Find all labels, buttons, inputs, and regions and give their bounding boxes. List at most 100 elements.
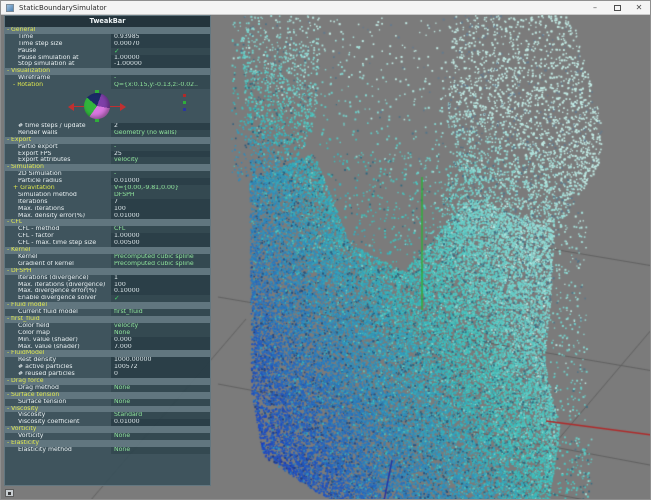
param-row-stop-simulation-at[interactable]: Stop simulation at -1.00000 bbox=[5, 61, 210, 69]
param-row-render-walls[interactable]: Render walls Geometry (no walls) bbox=[5, 129, 210, 137]
tweakbar-title[interactable]: TweakBar bbox=[5, 16, 210, 27]
param-value[interactable]: 0.10000 bbox=[111, 288, 210, 296]
param-row-time[interactable]: Time 0.93985 bbox=[5, 33, 210, 41]
tweakbar-collapse-icon[interactable] bbox=[5, 489, 14, 497]
param-value[interactable]: - bbox=[111, 75, 210, 83]
param-value[interactable]: None bbox=[111, 398, 210, 406]
param-value[interactable]: 25 bbox=[111, 150, 210, 158]
param-row-export-fps[interactable]: Export FPS 25 bbox=[5, 150, 210, 158]
param-value[interactable]: 2 bbox=[111, 123, 210, 130]
param-row-max-iterations-divergence-[interactable]: Max. iterations (divergence) 100 bbox=[5, 281, 210, 289]
param-row-surface-tension[interactable]: Surface tension None bbox=[5, 398, 210, 406]
param-row-max-density-error-[interactable]: Max. density error(%) 0.01000 bbox=[5, 212, 210, 220]
param-value[interactable]: 100 bbox=[111, 205, 210, 213]
param-value[interactable]: first_fluid bbox=[111, 309, 210, 316]
param-row-wireframe[interactable]: Wireframe - bbox=[5, 75, 210, 83]
tweakbar-panel[interactable]: TweakBar - General Time 0.93985 Time step si… bbox=[4, 15, 211, 486]
param-row-vorticity[interactable]: Vorticity None bbox=[5, 433, 210, 440]
param-value[interactable]: None bbox=[111, 446, 210, 454]
param-value[interactable]: ✓ bbox=[111, 295, 210, 303]
param-row-max-iterations[interactable]: Max. iterations 100 bbox=[5, 205, 210, 213]
param-row-particle-radius[interactable]: Particle radius 0.01000 bbox=[5, 178, 210, 186]
param-row-rest-density[interactable]: Rest density 1000.00000 bbox=[5, 357, 210, 365]
group-header-elasticity[interactable]: - Elasticity bbox=[5, 439, 210, 447]
param-value[interactable]: velocity bbox=[111, 322, 210, 330]
group-header-general[interactable]: - General bbox=[5, 26, 210, 34]
simulation-viewport[interactable]: TweakBar - General Time 0.93985 Time step si… bbox=[1, 15, 650, 499]
param-row-min-value-shader-[interactable]: Min. value (shader) 0.000 bbox=[5, 336, 210, 344]
group-header-drag-force[interactable]: - Drag force bbox=[5, 377, 210, 385]
param-value[interactable]: None bbox=[111, 329, 210, 337]
param-row-iterations-divergence-[interactable]: Iterations (divergence) 1 bbox=[5, 274, 210, 282]
param-value[interactable]: Precomputed cubic spline bbox=[111, 260, 210, 268]
param-value[interactable]: 0.00070 bbox=[111, 40, 210, 48]
param-value[interactable]: 100 bbox=[111, 281, 210, 289]
param-value[interactable]: Geometry (no walls) bbox=[111, 129, 210, 137]
param-value[interactable]: 0 bbox=[111, 371, 210, 378]
param-value[interactable]: 100572 bbox=[111, 364, 210, 372]
param-value[interactable]: 0.00500 bbox=[111, 240, 210, 248]
param-value[interactable]: 1.00000 bbox=[111, 54, 210, 62]
param-row-kernel[interactable]: Kernel Precomputed cubic spline bbox=[5, 253, 210, 261]
param-value[interactable]: 7.000 bbox=[111, 343, 210, 351]
param-value[interactable]: 7 bbox=[111, 198, 210, 206]
param-row-drag-method[interactable]: Drag method None bbox=[5, 384, 210, 392]
param-value[interactable]: None bbox=[111, 384, 210, 392]
param-value[interactable]: 0.01000 bbox=[111, 178, 210, 186]
param-row-viscosity-coefficient[interactable]: Viscosity coefficient 0.01000 bbox=[5, 419, 210, 427]
param-row-rotation[interactable]: - Rotation Q={x:0.15,y:-0.13,z:-0.02.. bbox=[5, 82, 210, 90]
param-value[interactable]: Standard bbox=[111, 412, 210, 420]
param-value[interactable]: 0.01000 bbox=[111, 212, 210, 220]
param-value[interactable]: -1.00000 bbox=[111, 61, 210, 69]
close-button[interactable]: ✕ bbox=[628, 1, 650, 14]
param-value[interactable]: 0.000 bbox=[111, 336, 210, 344]
param-row-current-fluid-model[interactable]: Current fluid model first_fluid bbox=[5, 309, 210, 316]
group-header-surface-tension[interactable]: - Surface tension bbox=[5, 391, 210, 399]
param-value[interactable]: 1 bbox=[111, 274, 210, 282]
param-value[interactable]: CFL bbox=[111, 226, 210, 234]
param-row-partio-export[interactable]: Partio export - bbox=[5, 143, 210, 151]
param-row-cfl-max-time-step-size[interactable]: CFL - max. time step size 0.00500 bbox=[5, 240, 210, 248]
param-row-color-field[interactable]: Color field velocity bbox=[5, 322, 210, 330]
param-row-iterations[interactable]: Iterations 7 bbox=[5, 198, 210, 206]
group-header-simulation[interactable]: - Simulation bbox=[5, 163, 210, 172]
param-row-pause-simulation-at[interactable]: Pause simulation at 1.00000 bbox=[5, 54, 210, 62]
param-value[interactable]: - bbox=[111, 143, 210, 151]
param-row-simulation-method[interactable]: Simulation method DFSPH bbox=[5, 191, 210, 199]
param-value[interactable]: Precomputed cubic spline bbox=[111, 253, 210, 261]
param-row-cfl-factor[interactable]: CFL - factor 1.00000 bbox=[5, 233, 210, 241]
param-row-viscosity[interactable]: Viscosity Standard bbox=[5, 412, 210, 420]
param-row-2d-simulation[interactable]: 2D Simulation - bbox=[5, 171, 210, 179]
param-value[interactable]: Q={x:0.15,y:-0.13,z:-0.02.. bbox=[111, 82, 210, 90]
param-row-pause[interactable]: Pause ✓ bbox=[5, 47, 210, 55]
group-header-kernel[interactable]: - Kernel bbox=[5, 246, 210, 254]
param-value[interactable]: ✓ bbox=[111, 47, 210, 55]
param-value[interactable]: velocity bbox=[111, 157, 210, 165]
group-header-dfsph[interactable]: - DFSPH bbox=[5, 267, 210, 275]
param-value[interactable]: 0.93985 bbox=[111, 33, 210, 41]
group-header-fluidmodel[interactable]: - FluidModel bbox=[5, 350, 210, 358]
param-row-export-attributes[interactable]: Export attributes velocity bbox=[5, 157, 210, 165]
param-row-gradient-of-kernel[interactable]: Gradient of kernel Precomputed cubic spli… bbox=[5, 260, 210, 268]
group-header-export[interactable]: - Export bbox=[5, 136, 210, 144]
param-row--time-steps-update[interactable]: # time steps / update 2 bbox=[5, 123, 210, 130]
param-row-enable-divergence-solver[interactable]: Enable divergence solver ✓ bbox=[5, 295, 210, 303]
param-row-time-step-size[interactable]: Time step size 0.00070 bbox=[5, 40, 210, 48]
group-header-first-fluid[interactable]: - first_fluid bbox=[5, 315, 210, 323]
param-row-max-value-shader-[interactable]: Max. value (shader) 7.000 bbox=[5, 343, 210, 351]
param-row-cfl-method[interactable]: CFL - method CFL bbox=[5, 226, 210, 234]
param-value[interactable]: None bbox=[111, 433, 210, 440]
param-value[interactable]: 1000.00000 bbox=[111, 357, 210, 365]
group-header-fluid-model[interactable]: - Fluid model bbox=[5, 301, 210, 310]
param-value[interactable]: V={0.00,-9.81,0.00} bbox=[111, 185, 210, 192]
param-row-color-map[interactable]: Color map None bbox=[5, 329, 210, 337]
arcball-sphere-icon[interactable] bbox=[84, 93, 110, 120]
param-row-max-divergence-error-[interactable]: Max. divergence error(%) 0.10000 bbox=[5, 288, 210, 296]
param-row--reused-particles[interactable]: # reused particles 0 bbox=[5, 371, 210, 378]
minimize-button[interactable]: – bbox=[584, 1, 606, 14]
param-value[interactable]: 1.00000 bbox=[111, 233, 210, 241]
param-row-gravitation[interactable]: + Gravitation V={0.00,-9.81,0.00} bbox=[5, 185, 210, 192]
group-header-cfl[interactable]: - CFL bbox=[5, 219, 210, 227]
param-row--active-particles[interactable]: # active particles 100572 bbox=[5, 364, 210, 372]
param-value[interactable]: - bbox=[111, 171, 210, 179]
